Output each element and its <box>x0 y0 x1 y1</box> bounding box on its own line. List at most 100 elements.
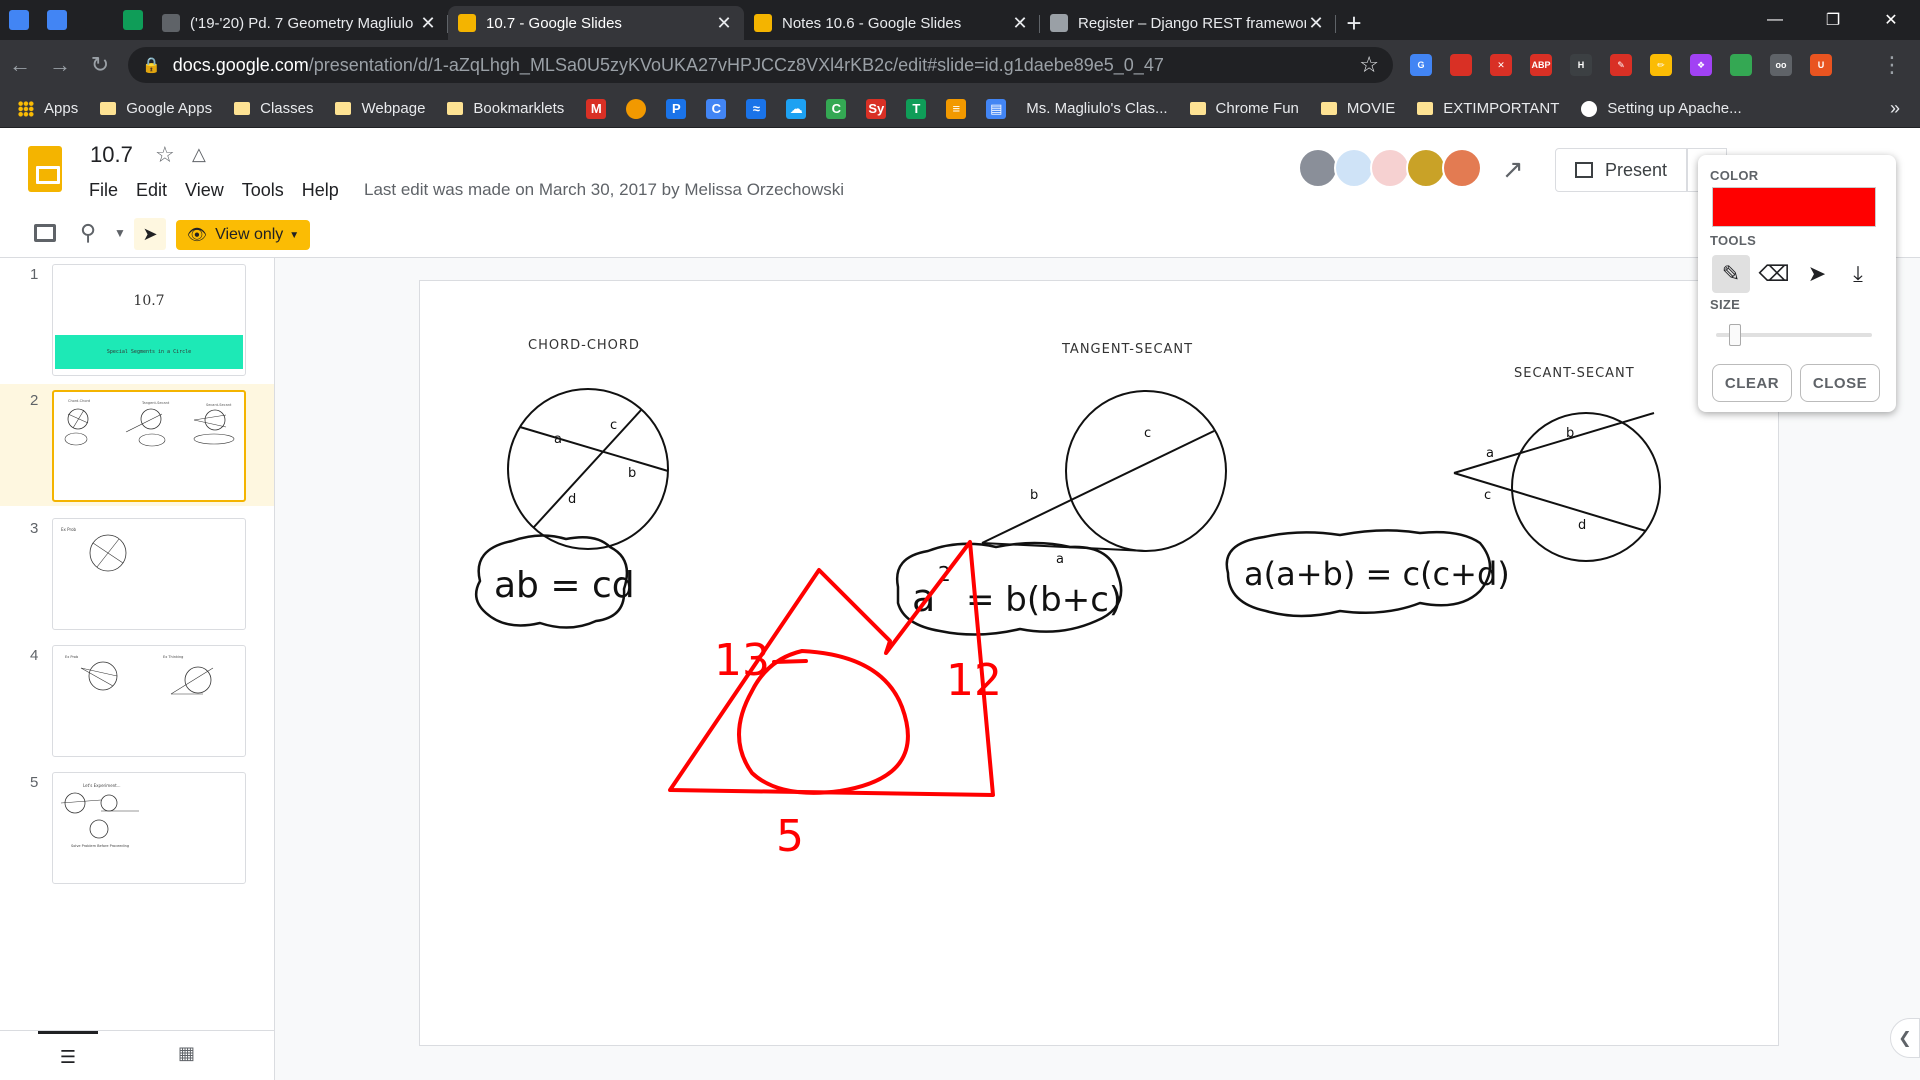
pinned-tab[interactable] <box>0 0 38 40</box>
ubuntu-icon[interactable]: U <box>1810 54 1832 76</box>
browser-tab[interactable]: ('19-'20) Pd. 7 Geometry Magliulo ✕ <box>152 6 448 40</box>
color-picker[interactable] <box>1712 187 1876 227</box>
menu-icon[interactable]: ⋮ <box>1872 45 1912 85</box>
browser-tab[interactable]: Notes 10.6 - Google Slides ✕ <box>744 6 1040 40</box>
avatar[interactable] <box>1298 148 1338 188</box>
bookmark-item[interactable]: Apps <box>18 100 78 117</box>
circle-icon[interactable] <box>626 98 647 119</box>
eraser-tool-icon[interactable]: ⌫ <box>1755 255 1793 293</box>
avatar[interactable] <box>1334 148 1374 188</box>
circle-c-icon[interactable]: C <box>826 98 847 119</box>
reload-icon[interactable]: ↻ <box>80 45 120 85</box>
pen-tool-icon[interactable]: ✎ <box>1712 255 1750 293</box>
address-bar[interactable]: 🔒 docs.google.com/presentation/d/1-aZqLh… <box>128 47 1393 83</box>
slides-logo-icon[interactable] <box>28 146 62 192</box>
pinned-tab[interactable] <box>38 0 76 40</box>
rss-icon[interactable]: ≡ <box>946 98 967 119</box>
menu-view[interactable]: View <box>185 180 224 201</box>
menu-help[interactable]: Help <box>302 180 339 201</box>
filmstrip-slide-3[interactable]: 3 Ex Prob <box>0 512 274 634</box>
c-icon[interactable]: C <box>706 98 727 119</box>
close-tab-icon[interactable]: ✕ <box>1010 13 1030 34</box>
restore-icon[interactable]: ❐ <box>1804 0 1862 40</box>
filmstrip-slide-5[interactable]: 5 Let's Experiment... Solve Problem Befo… <box>0 766 274 888</box>
bookmark-item[interactable]: Bookmarklets <box>447 100 564 117</box>
print-icon[interactable] <box>34 224 56 242</box>
pinned-tab[interactable] <box>114 0 152 40</box>
extension-icon[interactable]: ✕ <box>1490 54 1512 76</box>
bookmark-item[interactable]: Setting up Apache... <box>1581 100 1742 117</box>
star-icon[interactable]: ☆ <box>155 142 175 168</box>
bookmarks-overflow-icon[interactable]: » <box>1890 98 1900 119</box>
bookmark-item[interactable]: Ms. Magliulo's Clas... <box>1026 100 1167 117</box>
close-tab-icon[interactable]: ✕ <box>714 13 734 34</box>
cloud-icon[interactable]: ☁ <box>786 98 807 119</box>
document-title[interactable]: 10.7 <box>90 142 133 168</box>
close-button[interactable]: CLOSE <box>1800 364 1880 402</box>
color-icon[interactable]: ❖ <box>1690 54 1712 76</box>
waves-icon[interactable]: ≈ <box>746 98 767 119</box>
forward-icon[interactable]: → <box>40 45 80 85</box>
hangouts-icon <box>123 10 143 30</box>
slide-thumbnail: Chord-Chord Tangent-Secant Secant-Secant <box>52 390 246 502</box>
close-tab-icon[interactable]: ✕ <box>418 13 438 34</box>
slide-thumbnail: Ex Prob Ex Thinking <box>52 645 246 757</box>
filmstrip-slide-1[interactable]: 1 10.7 Special Segments in a Circle <box>0 258 274 380</box>
chevron-left-icon[interactable]: ❮ <box>1890 1018 1920 1058</box>
close-window-icon[interactable]: ✕ <box>1862 0 1920 40</box>
minimize-icon[interactable]: — <box>1746 0 1804 40</box>
clear-button[interactable]: CLEAR <box>1712 364 1792 402</box>
filmstrip-slide-4[interactable]: 4 Ex Prob Ex Thinking <box>0 639 274 761</box>
new-tab-button[interactable]: + <box>1336 6 1372 40</box>
gmail-icon[interactable]: M <box>586 98 607 119</box>
chevron-down-icon[interactable]: ▼ <box>114 226 126 240</box>
slides-toolbar: ⚲ ▼ ➤ 👁 View only ▼ <box>0 210 1920 258</box>
activity-dashboard-icon[interactable]: ↗ <box>1502 154 1524 185</box>
back-icon[interactable]: ← <box>0 45 40 85</box>
drive-move-icon[interactable]: △ <box>192 144 206 165</box>
book-icon[interactable] <box>1450 54 1472 76</box>
avatar[interactable] <box>1406 148 1446 188</box>
close-tab-icon[interactable]: ✕ <box>1306 13 1326 34</box>
classroom-icon[interactable]: ▤ <box>986 98 1007 119</box>
browser-tab[interactable]: 10.7 - Google Slides ✕ <box>448 6 744 40</box>
adblock-icon[interactable]: ABP <box>1530 54 1552 76</box>
drive-icon[interactable] <box>1730 54 1752 76</box>
view-only-button[interactable]: 👁 View only ▼ <box>176 220 310 250</box>
cursor-tool-icon[interactable]: ➤ <box>1798 255 1836 293</box>
bookmark-item[interactable]: Classes <box>234 100 313 117</box>
bookmark-item[interactable]: Webpage <box>335 100 425 117</box>
bookmark-star-icon[interactable]: ☆ <box>1359 52 1379 78</box>
menu-tools[interactable]: Tools <box>242 180 284 201</box>
bookmark-item[interactable]: EXTIMPORTANT <box>1417 100 1559 117</box>
menu-file[interactable]: File <box>89 180 118 201</box>
select-cursor-icon[interactable]: ➤ <box>134 218 166 250</box>
menu-edit[interactable]: Edit <box>136 180 167 201</box>
present-button[interactable]: Present <box>1555 148 1687 192</box>
filmstrip-view-toggle: ☰ ▦ <box>0 1030 274 1080</box>
translate-icon[interactable]: G <box>1410 54 1432 76</box>
list-view-icon[interactable]: ☰ <box>38 1031 98 1080</box>
last-edit-link[interactable]: Last edit was made on March 30, 2017 by … <box>364 180 844 200</box>
download-tool-icon[interactable]: ⤓ <box>1839 255 1877 293</box>
tabs: ('19-'20) Pd. 7 Geometry Magliulo ✕ 10.7 -… <box>152 0 1336 40</box>
bookmark-item[interactable]: MOVIE <box>1320 100 1395 117</box>
bookmark-item[interactable]: Chrome Fun <box>1189 100 1299 117</box>
sy-icon[interactable]: Sy <box>866 98 887 119</box>
filmstrip-slide-2[interactable]: 2 Chord-Chord Tangent-Secant Secant-Seca… <box>0 384 274 506</box>
highlighter-icon[interactable]: ✏ <box>1650 54 1672 76</box>
bookmark-item[interactable]: Google Apps <box>100 100 212 117</box>
browser-tab[interactable]: Register – Django REST framework ✕ <box>1040 6 1336 40</box>
pinned-tab[interactable] <box>76 0 114 40</box>
pen-icon[interactable]: ✎ <box>1610 54 1632 76</box>
h-icon[interactable]: H <box>1570 54 1592 76</box>
grid-view-icon[interactable]: ▦ <box>178 1043 195 1064</box>
size-slider-handle[interactable] <box>1728 324 1741 346</box>
folder-icon <box>100 102 117 115</box>
zoom-icon[interactable]: ⚲ <box>80 220 96 246</box>
glasses-icon[interactable]: oo <box>1770 54 1792 76</box>
avatar[interactable] <box>1442 148 1482 188</box>
p-icon[interactable]: P <box>666 98 687 119</box>
avatar[interactable] <box>1370 148 1410 188</box>
t-icon[interactable]: T <box>906 98 927 119</box>
